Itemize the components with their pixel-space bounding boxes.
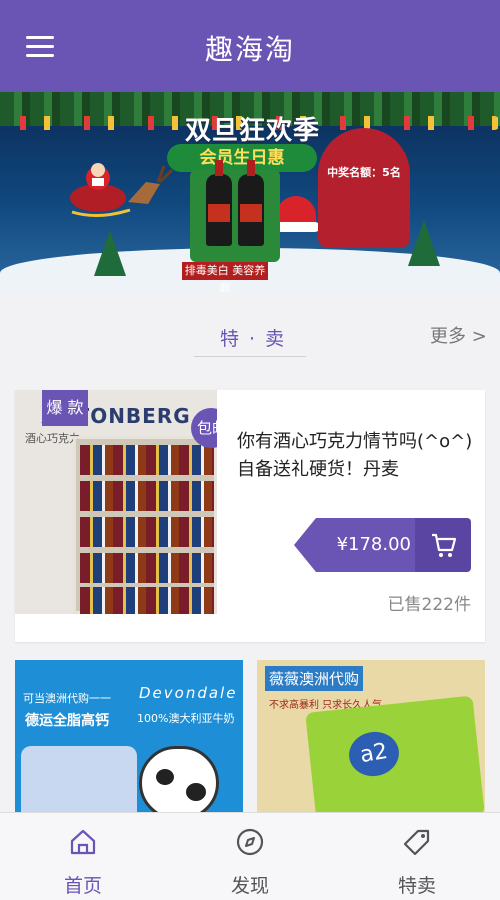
cart-icon [432, 533, 457, 557]
banner-subtitle: 会员生日惠 [167, 144, 317, 172]
shelf-illustration [73, 436, 217, 614]
christmas-tree-icon [408, 220, 440, 266]
christmas-tree-icon [94, 230, 126, 276]
card-line1: 德运全脂高钙 [25, 713, 109, 729]
section-title: 特 · 卖 [220, 328, 287, 350]
banner-title: 双旦狂欢季 [185, 116, 321, 146]
santa-sleigh-illustration [70, 163, 174, 217]
product-name: 你有酒心巧克力情节吗(^o^)自备送礼硬货！丹麦 [237, 431, 473, 480]
banner-product-tag: 排毒美白 美容养颜 [182, 262, 268, 292]
hot-badge: 爆 款 [42, 390, 88, 426]
featured-product-card[interactable]: ANTONBERG 酒心巧克力 包邮 爆 款 你有酒心巧克力情节吗(^o^)自备… [15, 390, 485, 642]
card-top-text: 可当澳洲代购一一 [23, 692, 111, 705]
card-brand: Devondale [139, 684, 238, 702]
product-bottles-image [190, 160, 280, 262]
product-card-a2[interactable]: 薇薇澳洲代购 不求高暴利 只求长久人气 a2 [257, 660, 485, 820]
tab-home[interactable]: 首页 [0, 813, 166, 900]
sold-count: 已售222件 [387, 595, 471, 615]
home-icon [70, 829, 96, 855]
section-header: 特 · 卖 更多 > [0, 292, 500, 374]
card-line2: 100%澳大利亚牛奶 [137, 712, 235, 725]
cow-illustration [139, 746, 219, 820]
price-label: ¥178.00 [316, 518, 415, 572]
card-brand: 薇薇澳洲代购 [265, 666, 364, 691]
bottom-tab-bar: 首页 发现 特卖 [0, 812, 500, 900]
promo-banner[interactable]: 双旦狂欢季 会员生日惠 排毒美白 美容养颜 中奖名额：5名 [0, 92, 500, 292]
tab-sale[interactable]: 特卖 [334, 813, 500, 900]
milk-bag-image [21, 746, 137, 820]
tab-label-sale: 特卖 [397, 875, 436, 897]
tab-label-discover: 发现 [230, 875, 269, 897]
product-card-devondale[interactable]: 可当澳洲代购一一 Devondale 德运全脂高钙 100%澳大利亚牛奶 [15, 660, 243, 820]
section-underline [194, 356, 306, 357]
tab-discover[interactable]: 发现 [167, 813, 333, 900]
image-sub-text: 酒心巧克力 [25, 432, 80, 445]
prize-title: 中奖名额：5名 [327, 166, 401, 179]
tag-icon [403, 829, 430, 856]
app-header: 趣海淘 [0, 0, 500, 92]
santa-hat-icon [272, 196, 320, 232]
more-link[interactable]: 更多 > [430, 322, 487, 348]
tab-label-home: 首页 [63, 875, 102, 897]
price-buy-button[interactable]: ¥178.00 [294, 518, 471, 572]
cart-button[interactable] [415, 518, 471, 572]
app-title: 趣海淘 [204, 33, 295, 66]
compass-icon [236, 828, 264, 856]
prize-ornament: 中奖名额：5名 [318, 128, 410, 248]
